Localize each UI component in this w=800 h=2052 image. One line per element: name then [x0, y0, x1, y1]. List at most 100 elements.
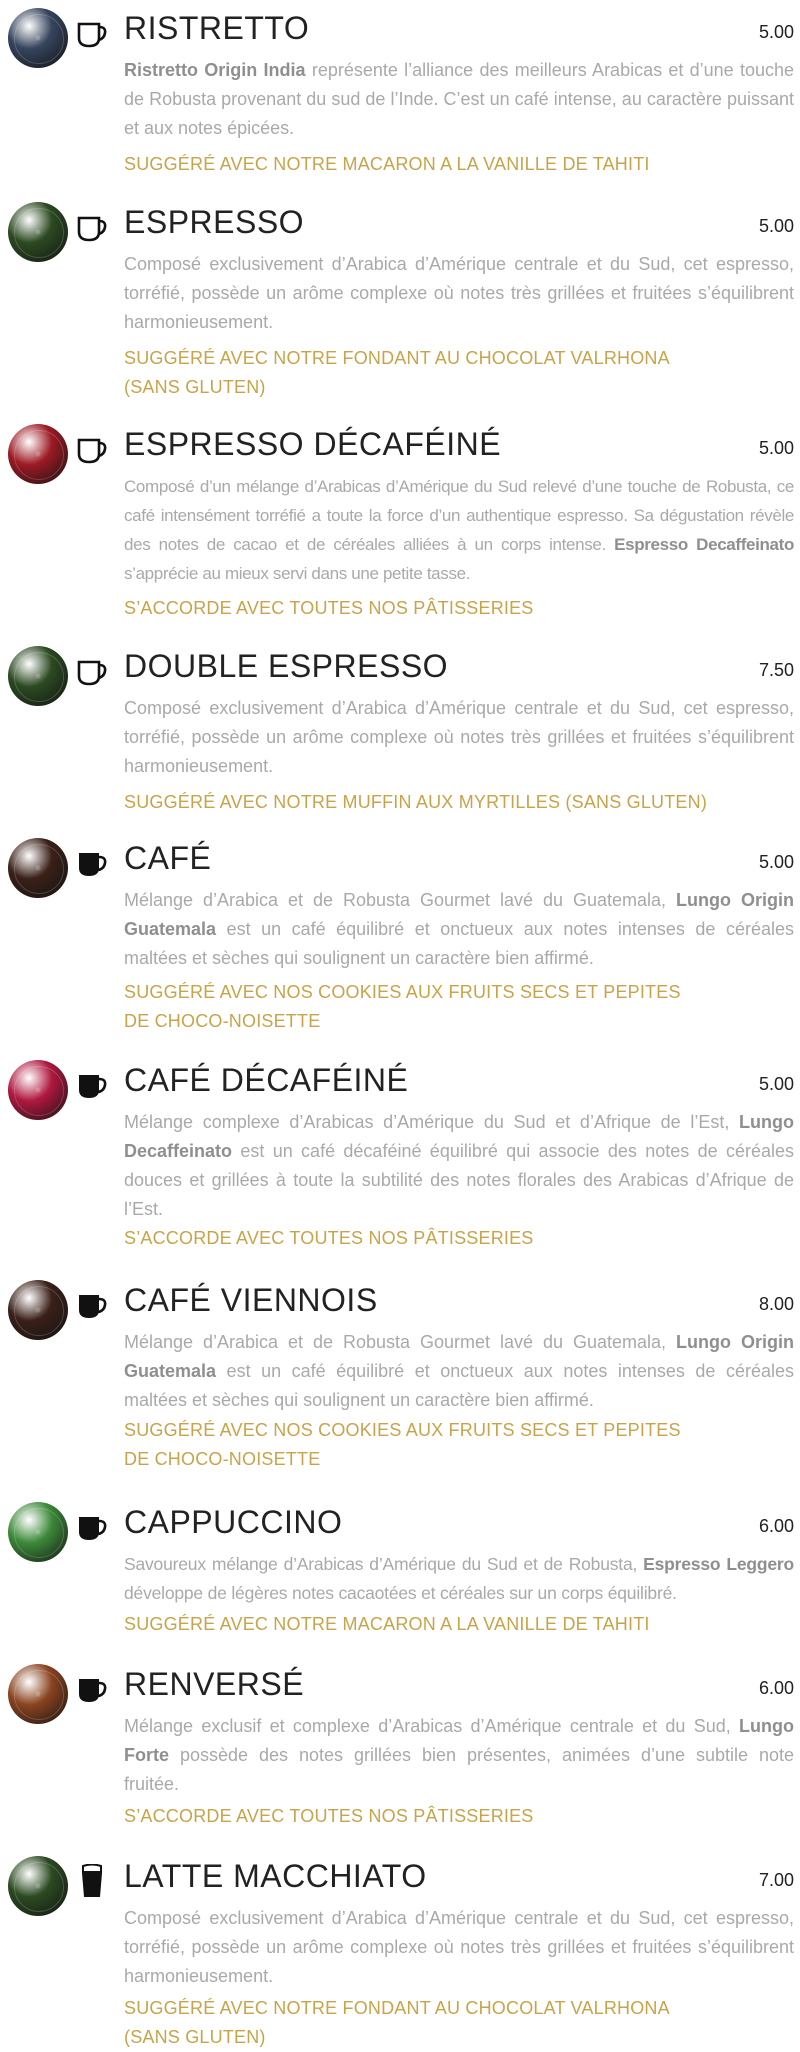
item-price: 5.00 [758, 1074, 794, 1094]
item-description: Composé exclusivement d’Arabica d’Amériq… [124, 694, 794, 781]
espresso-cup-icon [77, 660, 107, 686]
item-description: Savoureux mélange d’Arabicas d’Amérique … [124, 1550, 794, 1608]
item-price: 8.00 [758, 1294, 794, 1314]
menu-item: ESPRESSO DÉCAFÉINÉ 5.00 Composé d’un mél… [0, 416, 800, 634]
coffee-menu: RISTRETTO 5.00 Ristretto Origin India re… [0, 0, 800, 2047]
desc-text: possède des notes grillées bien présente… [124, 1745, 794, 1794]
pairing-suggestion: SUGGÉRÉ AVEC NOTRE MACARON A LA VANILLE … [124, 1610, 744, 1639]
item-title: ESPRESSO DÉCAFÉINÉ [124, 426, 502, 462]
desc-bold: Ristretto Origin India [124, 60, 306, 80]
coffee-cup-icon [79, 1075, 107, 1098]
item-description: Mélange complexe d’Arabicas d’Amérique d… [124, 1108, 794, 1224]
desc-text: Mélange complexe d’Arabicas d’Amérique d… [124, 1112, 740, 1132]
desc-text: Composé exclusivement d’Arabica d’Amériq… [124, 254, 794, 332]
item-price: 7.00 [758, 1870, 794, 1890]
capsule-image [8, 1280, 68, 1340]
menu-item: ESPRESSO 5.00 Composé exclusivement d’Ar… [0, 194, 800, 412]
item-title: RISTRETTO [124, 10, 310, 46]
pairing-line: SUGGÉRÉ AVEC NOTRE FONDANT AU CHOCOLAT V… [124, 348, 670, 368]
coffee-cup-icon [79, 1679, 107, 1702]
desc-text: est un café équilibré et onctueux aux no… [124, 919, 794, 968]
pairing-line: SUGGÉRÉ AVEC NOS COOKIES AUX FRUITS SECS… [124, 982, 681, 1002]
capsule-image [8, 1502, 68, 1562]
item-price: 5.00 [758, 438, 794, 458]
pairing-suggestion: SUGGÉRÉ AVEC NOTRE FONDANT AU CHOCOLAT V… [124, 344, 744, 402]
item-price: 5.00 [758, 22, 794, 42]
item-description: Composé exclusivement d’Arabica d’Amériq… [124, 1904, 794, 1991]
item-description: Mélange exclusif et complexe d’Arabicas … [124, 1712, 794, 1799]
item-description: Mélange d’Arabica et de Robusta Gourmet … [124, 1328, 794, 1415]
pairing-line: S’ACCORDE AVEC TOUTES NOS PÂTISSERIES [124, 1228, 534, 1248]
pairing-suggestion: SUGGÉRÉ AVEC NOS COOKIES AUX FRUITS SECS… [124, 978, 744, 1036]
desc-text: Mélange d’Arabica et de Robusta Gourmet … [124, 890, 677, 910]
item-title: DOUBLE ESPRESSO [124, 648, 449, 684]
item-title: CAPPUCCINO [124, 1504, 343, 1540]
capsule-image [8, 1664, 68, 1724]
pairing-line: SUGGÉRÉ AVEC NOTRE MUFFIN AUX MYRTILLES … [124, 792, 708, 812]
capsule-image [8, 8, 68, 68]
capsule-image [8, 646, 68, 706]
item-description: Ristretto Origin India représente l’alli… [124, 56, 794, 143]
menu-item: RENVERSÉ 6.00 Mélange exclusif et comple… [0, 1656, 800, 1846]
pairing-line: SUGGÉRÉ AVEC NOTRE MACARON A LA VANILLE … [124, 1614, 650, 1634]
coffee-cup-icon [79, 853, 107, 876]
desc-text: est un café équilibré et onctueux aux no… [124, 1361, 794, 1410]
menu-item: CAPPUCCINO 6.00 Savoureux mélange d’Arab… [0, 1494, 800, 1654]
item-description: Composé d’un mélange d’Arabicas d’Amériq… [124, 472, 794, 588]
desc-text: Savoureux mélange d’Arabicas d’Amérique … [124, 1554, 644, 1574]
item-price: 5.00 [758, 216, 794, 236]
desc-bold: Espresso Leggero [643, 1554, 794, 1574]
pairing-suggestion: S’ACCORDE AVEC TOUTES NOS PÂTISSERIES [124, 1224, 744, 1253]
pairing-suggestion: SUGGÉRÉ AVEC NOTRE MUFFIN AUX MYRTILLES … [124, 788, 744, 817]
pairing-line: SUGGÉRÉ AVEC NOTRE FONDANT AU CHOCOLAT V… [124, 1998, 670, 2018]
menu-item: CAFÉ DÉCAFÉINÉ 5.00 Mélange complexe d’A… [0, 1052, 800, 1270]
menu-item: DOUBLE ESPRESSO 7.50 Composé exclusiveme… [0, 638, 800, 828]
desc-text: Mélange exclusif et complexe d’Arabicas … [124, 1716, 740, 1736]
item-description: Composé exclusivement d’Arabica d’Amériq… [124, 250, 794, 337]
item-price: 6.00 [758, 1516, 794, 1536]
menu-item: CAFÉ VIENNOIS 8.00 Mélange d’Arabica et … [0, 1272, 800, 1490]
pairing-line: S’ACCORDE AVEC TOUTES NOS PÂTISSERIES [124, 598, 534, 618]
pairing-suggestion: S’ACCORDE AVEC TOUTES NOS PÂTISSERIES [124, 1802, 744, 1831]
desc-text: s’apprécie au mieux servi dans une petit… [124, 564, 471, 583]
item-description: Mélange d’Arabica et de Robusta Gourmet … [124, 886, 794, 973]
coffee-cup-icon [79, 1295, 107, 1318]
capsule-image [8, 1060, 68, 1120]
espresso-cup-icon [77, 438, 107, 464]
item-title: ESPRESSO [124, 204, 305, 240]
pairing-line: S’ACCORDE AVEC TOUTES NOS PÂTISSERIES [124, 1806, 534, 1826]
pairing-line: SUGGÉRÉ AVEC NOTRE MACARON A LA VANILLE … [124, 154, 650, 174]
latte-glass-icon [82, 1864, 102, 1897]
pairing-line: (SANS GLUTEN) [124, 377, 266, 397]
capsule-image [8, 1856, 68, 1916]
item-title: LATTE MACCHIATO [124, 1858, 427, 1894]
pairing-line: DE CHOCO-NOISETTE [124, 1011, 321, 1031]
capsule-image [8, 838, 68, 898]
item-price: 5.00 [758, 852, 794, 872]
espresso-cup-icon [77, 216, 107, 242]
desc-text: Composé exclusivement d’Arabica d’Amériq… [124, 698, 794, 776]
pairing-line: (SANS GLUTEN) [124, 2027, 266, 2047]
capsule-image [8, 202, 68, 262]
capsule-image [8, 424, 68, 484]
item-title: CAFÉ DÉCAFÉINÉ [124, 1062, 409, 1098]
pairing-line: DE CHOCO-NOISETTE [124, 1449, 321, 1469]
pairing-suggestion: SUGGÉRÉ AVEC NOTRE FONDANT AU CHOCOLAT V… [124, 1994, 744, 2052]
desc-text: Composé exclusivement d’Arabica d’Amériq… [124, 1908, 794, 1986]
espresso-cup-icon [77, 22, 107, 48]
item-title: CAFÉ [124, 840, 212, 876]
pairing-line: SUGGÉRÉ AVEC NOS COOKIES AUX FRUITS SECS… [124, 1420, 681, 1440]
item-price: 6.00 [758, 1678, 794, 1698]
coffee-cup-icon [79, 1517, 107, 1540]
menu-item: LATTE MACCHIATO 7.00 Composé exclusiveme… [0, 1848, 800, 2047]
desc-text: développe de légères notes cacaotées et … [124, 1583, 677, 1603]
pairing-suggestion: SUGGÉRÉ AVEC NOTRE MACARON A LA VANILLE … [124, 150, 744, 179]
pairing-suggestion: S’ACCORDE AVEC TOUTES NOS PÂTISSERIES [124, 594, 744, 623]
desc-text: Mélange d’Arabica et de Robusta Gourmet … [124, 1332, 677, 1352]
pairing-suggestion: SUGGÉRÉ AVEC NOS COOKIES AUX FRUITS SECS… [124, 1416, 744, 1474]
item-price: 7.50 [758, 660, 794, 680]
menu-item: CAFÉ 5.00 Mélange d’Arabica et de Robust… [0, 830, 800, 1048]
item-title: RENVERSÉ [124, 1666, 305, 1702]
menu-item: RISTRETTO 5.00 Ristretto Origin India re… [0, 0, 800, 190]
desc-bold: Espresso Decaffeinato [614, 535, 794, 554]
